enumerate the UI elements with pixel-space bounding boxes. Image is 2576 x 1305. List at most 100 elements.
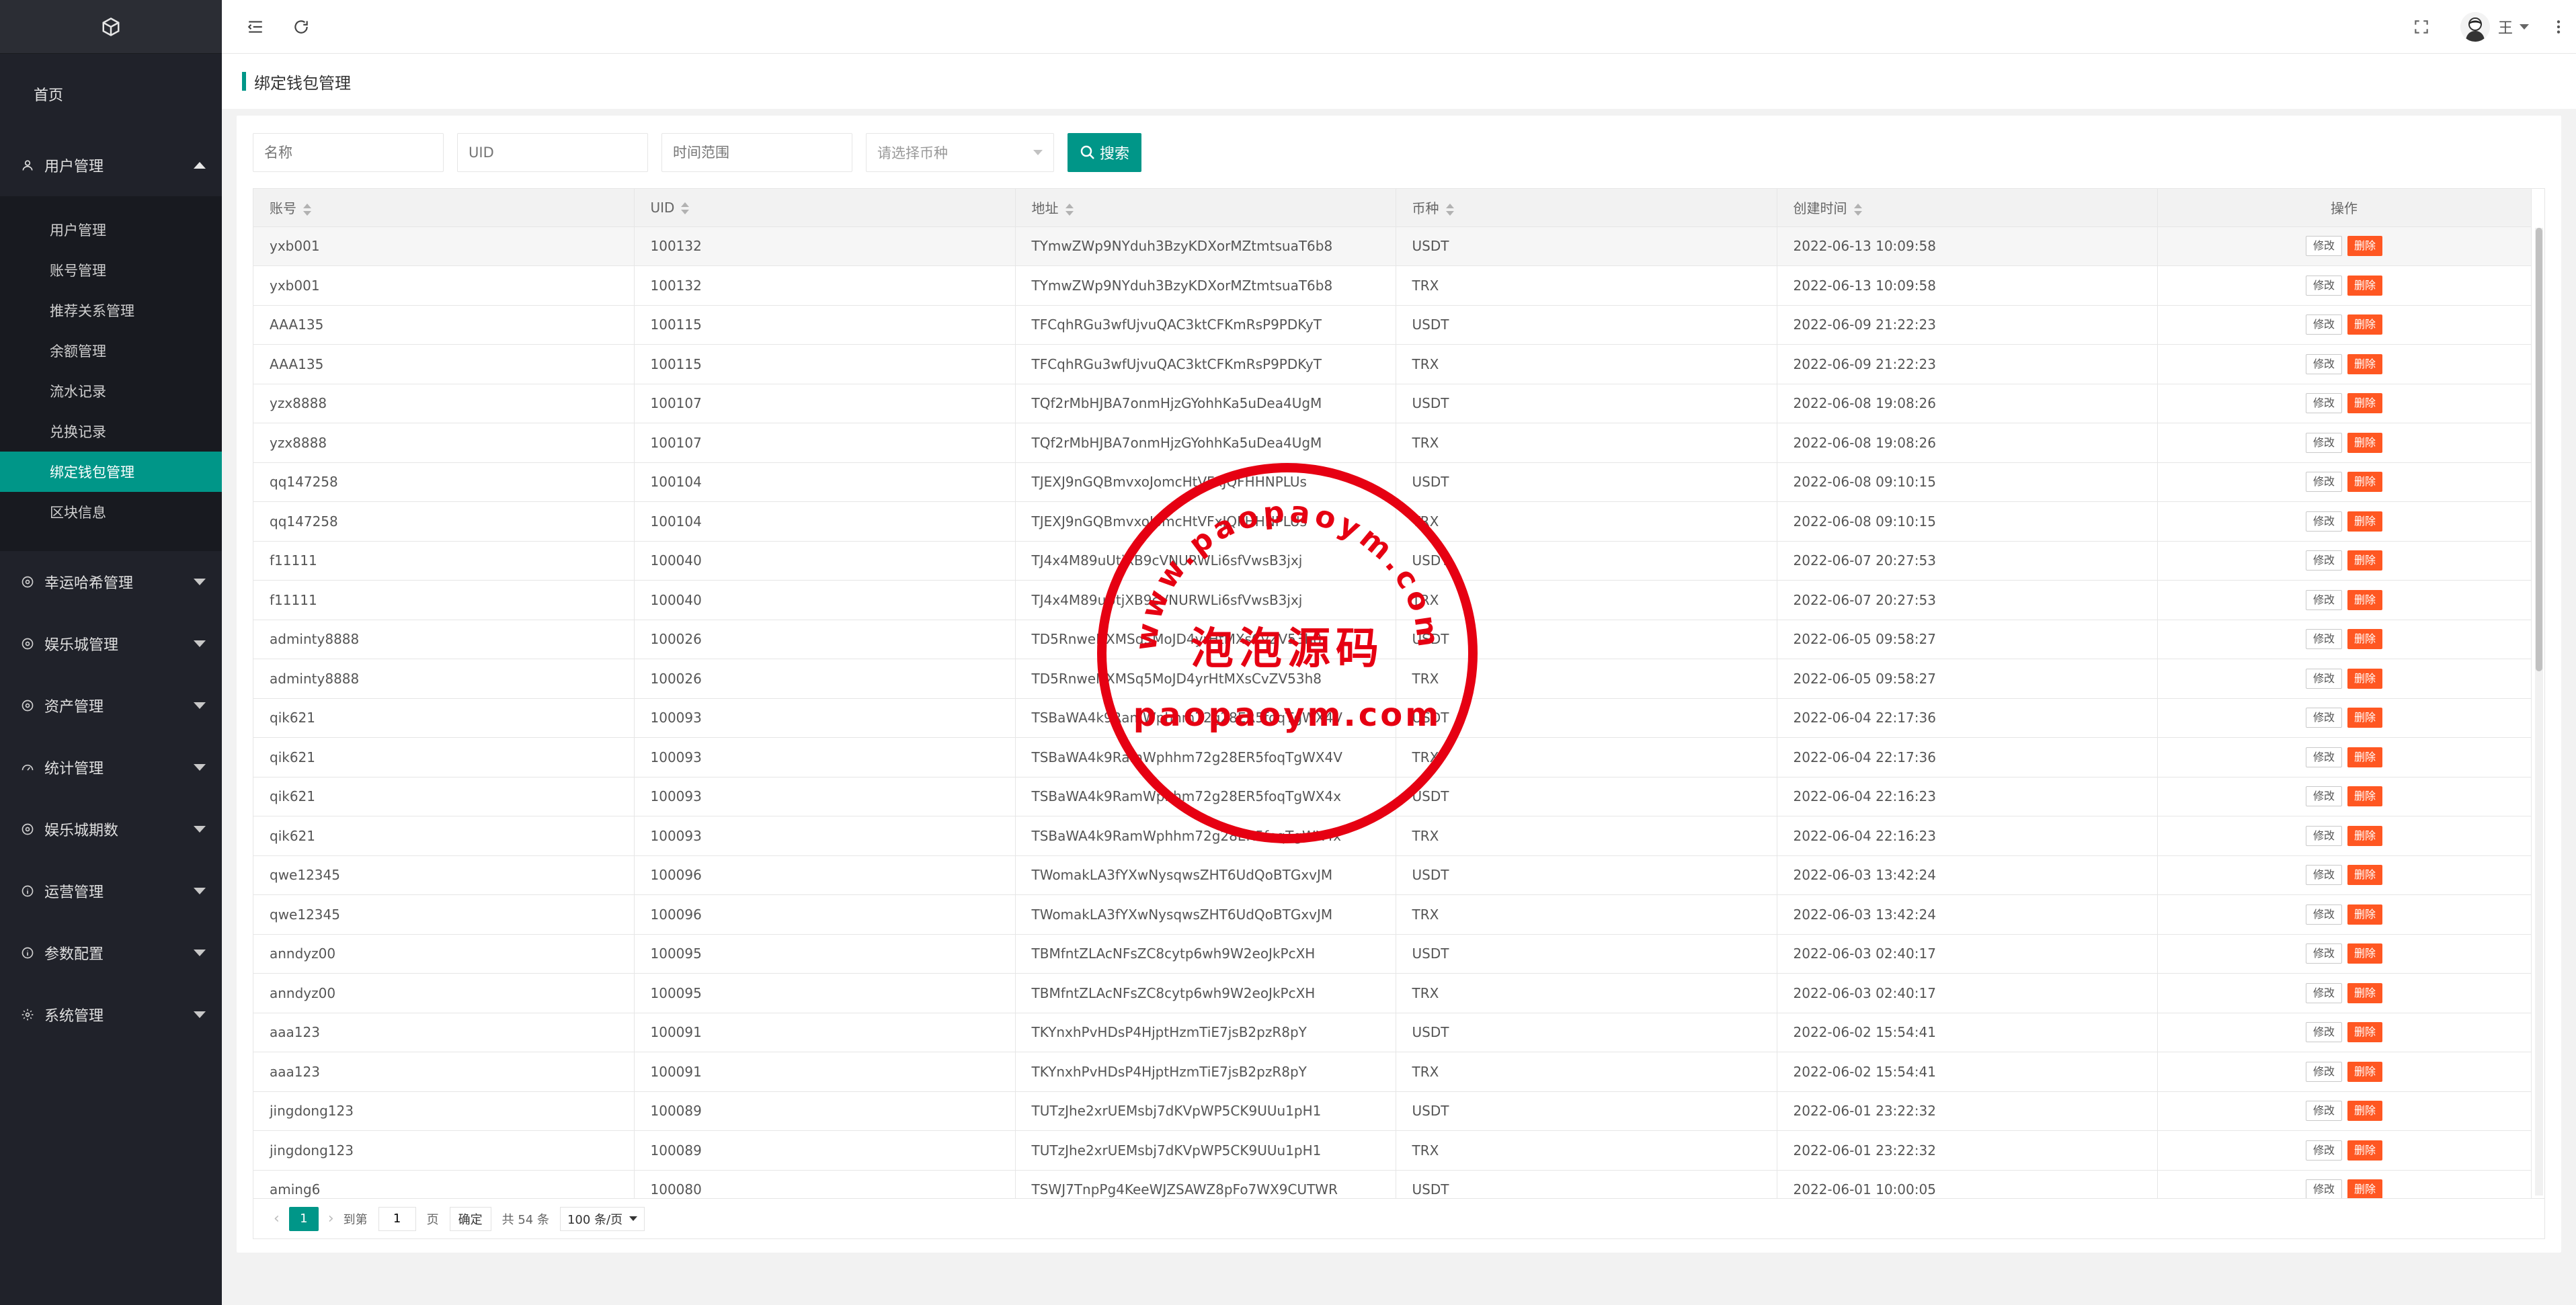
edit-button[interactable]: 修改 — [2305, 1179, 2342, 1198]
sidebar-group-casino[interactable]: 娱乐城管理 — [0, 613, 222, 675]
page-size-select[interactable]: 100 条/页 — [559, 1206, 645, 1231]
edit-button[interactable]: 修改 — [2305, 747, 2342, 767]
name-input[interactable] — [253, 133, 444, 172]
delete-button[interactable]: 删除 — [2347, 353, 2383, 374]
column-header-uid[interactable]: UID — [634, 189, 1016, 227]
edit-button[interactable]: 修改 — [2305, 943, 2342, 964]
edit-button[interactable]: 修改 — [2305, 432, 2342, 453]
sort-icon[interactable] — [1065, 203, 1074, 216]
delete-button[interactable]: 删除 — [2347, 432, 2383, 453]
sidebar-item-account-management[interactable]: 账号管理 — [0, 250, 222, 290]
delete-button[interactable]: 删除 — [2347, 1140, 2383, 1161]
app-logo[interactable] — [0, 0, 222, 54]
sidebar-item-wallet-binding[interactable]: 绑定钱包管理 — [0, 452, 222, 492]
delete-button[interactable]: 删除 — [2347, 747, 2383, 767]
edit-button[interactable]: 修改 — [2305, 353, 2342, 374]
edit-button[interactable]: 修改 — [2305, 472, 2342, 493]
sort-icon[interactable] — [1853, 203, 1862, 216]
cell-created-time: 2022-06-07 20:27:53 — [1777, 541, 2158, 581]
sidebar-group-assets[interactable]: 资产管理 — [0, 675, 222, 736]
delete-button[interactable]: 删除 — [2347, 786, 2383, 807]
page-number-input[interactable] — [378, 1206, 416, 1231]
edit-button[interactable]: 修改 — [2305, 982, 2342, 1003]
edit-button[interactable]: 修改 — [2305, 668, 2342, 689]
column-header-created-time[interactable]: 创建时间 — [1777, 189, 2158, 227]
delete-button[interactable]: 删除 — [2347, 236, 2383, 257]
currency-select[interactable]: 请选择币种 — [866, 133, 1054, 172]
sort-icon[interactable] — [1445, 203, 1454, 216]
sidebar-item-block-info[interactable]: 区块信息 — [0, 492, 222, 532]
sidebar-group-statistics[interactable]: 统计管理 — [0, 736, 222, 798]
more-vertical-icon[interactable] — [2548, 16, 2569, 38]
current-page-button[interactable]: 1 — [288, 1206, 319, 1231]
delete-button[interactable]: 删除 — [2347, 629, 2383, 650]
sidebar-group-system[interactable]: 系统管理 — [0, 984, 222, 1046]
column-header-account[interactable]: 账号 — [253, 189, 635, 227]
table-scrollbar[interactable] — [2535, 228, 2543, 1195]
edit-button[interactable]: 修改 — [2305, 314, 2342, 335]
scrollbar-thumb[interactable] — [2536, 228, 2542, 671]
next-page-icon[interactable]: › — [328, 1210, 334, 1227]
sidebar-group-operations[interactable]: 运营管理 — [0, 860, 222, 922]
sidebar-item-transaction-records[interactable]: 流水记录 — [0, 371, 222, 411]
sidebar-item-balance-management[interactable]: 余额管理 — [0, 331, 222, 371]
sidebar-group-casino-periods[interactable]: 娱乐城期数 — [0, 798, 222, 860]
column-header-address[interactable]: 地址 — [1015, 189, 1396, 227]
delete-button[interactable]: 删除 — [2347, 982, 2383, 1003]
delete-button[interactable]: 删除 — [2347, 668, 2383, 689]
uid-input[interactable] — [457, 133, 648, 172]
edit-button[interactable]: 修改 — [2305, 629, 2342, 650]
edit-button[interactable]: 修改 — [2305, 589, 2342, 610]
edit-button[interactable]: 修改 — [2305, 708, 2342, 728]
sidebar-item-exchange-records[interactable]: 兑换记录 — [0, 411, 222, 452]
refresh-icon[interactable] — [290, 16, 312, 38]
edit-button[interactable]: 修改 — [2305, 550, 2342, 571]
edit-button[interactable]: 修改 — [2305, 1022, 2342, 1043]
delete-button[interactable]: 删除 — [2347, 904, 2383, 925]
edit-button[interactable]: 修改 — [2305, 511, 2342, 532]
sort-icon[interactable] — [303, 203, 311, 216]
time-range-input[interactable] — [661, 133, 852, 172]
edit-button[interactable]: 修改 — [2305, 1061, 2342, 1082]
search-button[interactable]: 搜索 — [1068, 133, 1142, 172]
sidebar-group-lucky-hash[interactable]: 幸运哈希管理 — [0, 551, 222, 613]
edit-button[interactable]: 修改 — [2305, 865, 2342, 886]
sidebar-group-user-management[interactable]: 用户管理 — [0, 134, 222, 196]
confirm-page-button[interactable]: 确定 — [449, 1206, 491, 1231]
user-menu[interactable]: 王 — [2460, 11, 2529, 43]
cell-actions: 修改 删除 — [2157, 777, 2532, 816]
delete-button[interactable]: 删除 — [2347, 943, 2383, 964]
delete-button[interactable]: 删除 — [2347, 393, 2383, 414]
delete-button[interactable]: 删除 — [2347, 708, 2383, 728]
delete-button[interactable]: 删除 — [2347, 550, 2383, 571]
delete-button[interactable]: 删除 — [2347, 275, 2383, 296]
delete-button[interactable]: 删除 — [2347, 825, 2383, 846]
delete-button[interactable]: 删除 — [2347, 589, 2383, 610]
edit-button[interactable]: 修改 — [2305, 1101, 2342, 1122]
cell-address: TJ4x4M89uUtjXB9cVNURWLi6sfVwsB3jxj — [1015, 541, 1396, 581]
sidebar-item-referral-management[interactable]: 推荐关系管理 — [0, 290, 222, 331]
delete-button[interactable]: 删除 — [2347, 472, 2383, 493]
sidebar-item-user-management[interactable]: 用户管理 — [0, 210, 222, 250]
sidebar-group-parameters[interactable]: 参数配置 — [0, 922, 222, 984]
delete-button[interactable]: 删除 — [2347, 1179, 2383, 1198]
sort-icon[interactable] — [681, 202, 690, 215]
delete-button[interactable]: 删除 — [2347, 1022, 2383, 1043]
fullscreen-icon[interactable] — [2411, 16, 2432, 38]
edit-button[interactable]: 修改 — [2305, 904, 2342, 925]
delete-button[interactable]: 删除 — [2347, 1101, 2383, 1122]
edit-button[interactable]: 修改 — [2305, 786, 2342, 807]
edit-button[interactable]: 修改 — [2305, 393, 2342, 414]
sidebar-item-home[interactable]: 首页 — [0, 54, 222, 134]
collapse-menu-icon[interactable] — [245, 16, 266, 38]
edit-button[interactable]: 修改 — [2305, 275, 2342, 296]
delete-button[interactable]: 删除 — [2347, 314, 2383, 335]
edit-button[interactable]: 修改 — [2305, 236, 2342, 257]
edit-button[interactable]: 修改 — [2305, 1140, 2342, 1161]
delete-button[interactable]: 删除 — [2347, 865, 2383, 886]
prev-page-icon[interactable]: ‹ — [274, 1210, 280, 1227]
column-header-currency[interactable]: 币种 — [1396, 189, 1777, 227]
edit-button[interactable]: 修改 — [2305, 825, 2342, 846]
delete-button[interactable]: 删除 — [2347, 511, 2383, 532]
delete-button[interactable]: 删除 — [2347, 1061, 2383, 1082]
